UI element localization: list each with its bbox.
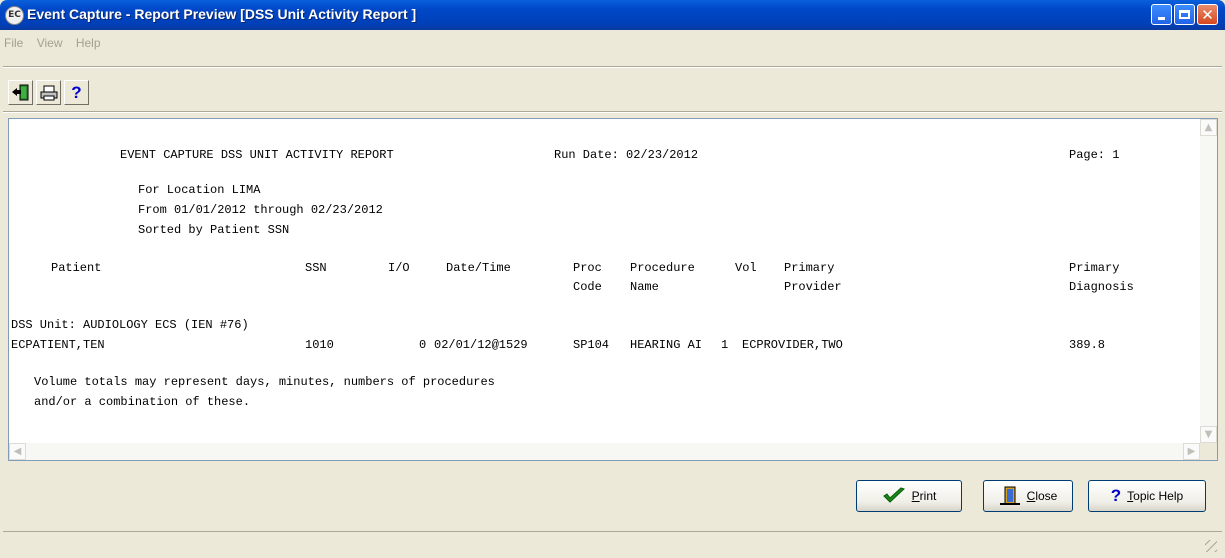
question-mark-icon: ?	[71, 82, 82, 102]
scroll-up-button[interactable]: ▲	[1200, 119, 1217, 136]
menu-file[interactable]: File	[4, 36, 23, 50]
col-provider-1: Primary	[784, 261, 835, 275]
chevron-down-icon: ▼	[1204, 429, 1213, 440]
scroll-right-button[interactable]: ▶	[1183, 443, 1200, 460]
chevron-up-icon: ▲	[1204, 122, 1213, 133]
title-bar[interactable]: EC Event Capture - Report Preview [DSS U…	[0, 0, 1225, 30]
close-icon: ✕	[1201, 5, 1214, 24]
maximize-button[interactable]	[1174, 4, 1195, 25]
row-proc-name: HEARING AI	[630, 338, 703, 352]
footnote-line-1: Volume totals may represent days, minute…	[34, 375, 495, 389]
col-proc-name-2: Name	[630, 280, 659, 294]
run-date: Run Date: 02/23/2012	[554, 148, 699, 162]
menu-bar: File View Help	[4, 36, 111, 56]
door-icon	[999, 486, 1020, 505]
menu-help[interactable]: Help	[76, 36, 101, 50]
criteria-location: For Location LIMA	[138, 183, 261, 197]
menu-separator	[3, 66, 1222, 68]
print-button[interactable]: Print	[856, 480, 962, 512]
row-provider: ECPROVIDER,TWO	[742, 338, 843, 352]
minimize-icon	[1158, 17, 1165, 20]
row-diagnosis: 389.8	[1069, 338, 1106, 352]
menu-view[interactable]: View	[37, 36, 63, 50]
col-io: I/O	[388, 261, 410, 275]
row-datetime: 02/01/12@1529	[434, 338, 528, 352]
report-title: EVENT CAPTURE DSS UNIT ACTIVITY REPORT	[120, 148, 394, 162]
col-proc-code-1: Proc	[573, 261, 602, 275]
exit-door-icon	[12, 84, 29, 101]
scroll-left-button[interactable]: ◀	[9, 443, 26, 460]
col-provider-2: Provider	[784, 280, 842, 294]
app-icon: EC	[5, 6, 24, 25]
row-proc-code: SP104	[573, 338, 610, 352]
report-viewer[interactable]: EVENT CAPTURE DSS UNIT ACTIVITY REPORT R…	[8, 118, 1218, 461]
printer-icon	[40, 85, 57, 100]
checkmark-icon	[882, 487, 905, 503]
page-number: Page: 1	[1069, 148, 1120, 162]
chevron-left-icon: ◀	[13, 446, 22, 457]
topic-help-button-label: Topic Help	[1127, 489, 1184, 503]
row-ssn: 1010	[305, 338, 334, 352]
criteria-date-range: From 01/01/2012 through 02/23/2012	[138, 203, 383, 217]
horizontal-scrollbar[interactable]: ◀ ▶	[9, 443, 1200, 460]
scrollbar-corner	[1200, 443, 1217, 460]
chevron-right-icon: ▶	[1187, 446, 1196, 457]
col-ssn: SSN	[305, 261, 327, 275]
close-button[interactable]: Close	[983, 480, 1073, 512]
topic-help-button[interactable]: ? Topic Help	[1088, 480, 1206, 512]
col-diagnosis-1: Primary	[1069, 261, 1120, 275]
close-window-button[interactable]: ✕	[1197, 4, 1218, 25]
minimize-button[interactable]	[1151, 4, 1172, 25]
col-vol: Vol	[735, 261, 757, 275]
col-datetime: Date/Time	[446, 261, 511, 275]
col-proc-code-2: Code	[573, 280, 602, 294]
window-title: Event Capture - Report Preview [DSS Unit…	[27, 6, 417, 22]
col-proc-name-1: Procedure	[630, 261, 695, 275]
dss-unit-heading: DSS Unit: AUDIOLOGY ECS (IEN #76)	[11, 318, 249, 332]
help-toolbar-button[interactable]: ?	[64, 80, 89, 105]
vertical-scrollbar[interactable]: ▲ ▼	[1200, 119, 1217, 443]
exit-toolbar-button[interactable]	[8, 80, 33, 105]
criteria-sort: Sorted by Patient SSN	[138, 223, 290, 237]
maximize-icon	[1179, 10, 1190, 19]
col-patient: Patient	[51, 261, 102, 275]
col-diagnosis-2: Diagnosis	[1069, 280, 1134, 294]
question-mark-icon: ?	[1110, 486, 1122, 505]
close-button-label: Close	[1026, 489, 1058, 503]
resize-grip[interactable]	[1205, 540, 1217, 552]
row-vol: 1	[721, 338, 729, 352]
print-button-label: Print	[911, 489, 937, 503]
footnote-line-2: and/or a combination of these.	[34, 395, 251, 409]
scroll-down-button[interactable]: ▼	[1200, 426, 1217, 443]
row-patient: ECPATIENT,TEN	[11, 338, 105, 352]
toolbar-separator	[3, 111, 1222, 113]
print-toolbar-button[interactable]	[36, 80, 61, 105]
row-io: 0	[419, 338, 427, 352]
status-bar	[3, 531, 1222, 556]
